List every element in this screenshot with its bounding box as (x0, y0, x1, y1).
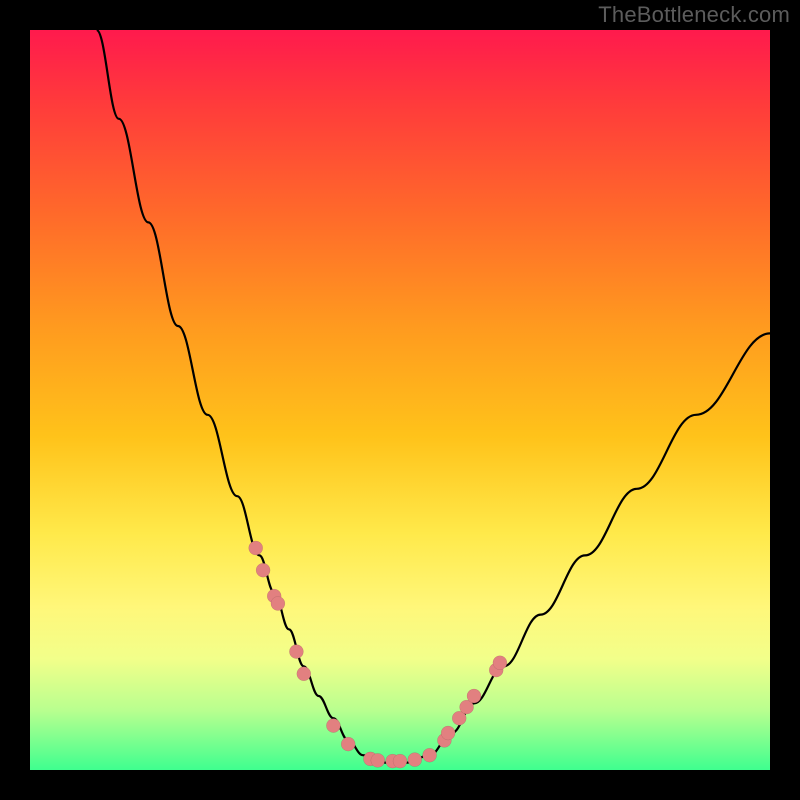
marker-dots (249, 541, 507, 768)
watermark-text: TheBottleneck.com (598, 2, 790, 28)
marker-dot (297, 667, 311, 681)
marker-dot (249, 541, 263, 555)
marker-dot (441, 726, 455, 740)
marker-dot (493, 656, 507, 670)
marker-dot (371, 753, 385, 767)
marker-dot (289, 645, 303, 659)
frame-bottom (0, 770, 800, 800)
chart-svg (30, 30, 770, 770)
marker-dot (423, 748, 437, 762)
frame-right (770, 0, 800, 800)
marker-dot (467, 689, 481, 703)
frame-left (0, 0, 30, 800)
marker-dot (393, 754, 407, 768)
plot-area (30, 30, 770, 770)
marker-dot (271, 597, 285, 611)
marker-dot (256, 563, 270, 577)
marker-dot (408, 753, 422, 767)
marker-dot (326, 719, 340, 733)
bottleneck-curve (97, 30, 770, 763)
marker-dot (341, 737, 355, 751)
